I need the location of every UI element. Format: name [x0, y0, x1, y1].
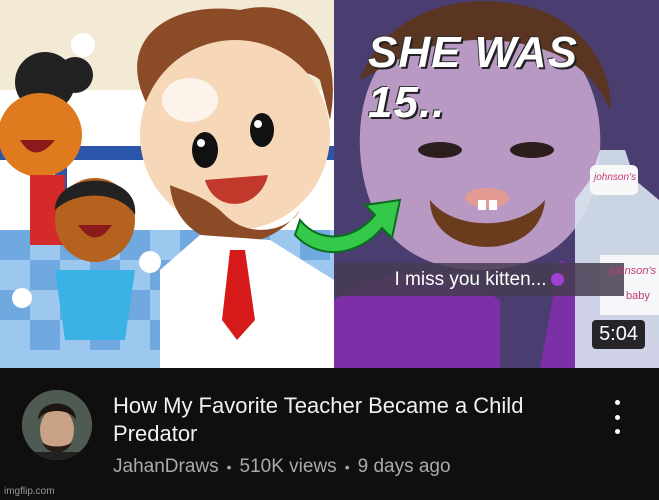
channel-name[interactable]: JahanDraws: [113, 456, 219, 478]
watermark: imgflip.com: [4, 486, 55, 497]
kebab-dot: [614, 429, 620, 434]
video-subtitle: JahanDraws • 510K views • 9 days ago: [113, 456, 451, 478]
more-options-icon[interactable]: [607, 400, 627, 434]
video-thumbnail[interactable]: SHE WAS 15.. I miss you kitten... johnso…: [0, 0, 659, 368]
upload-age: 9 days ago: [357, 456, 451, 477]
bottle-label-baby: baby: [626, 290, 650, 302]
avatar-image: [22, 390, 92, 460]
thumbnail-caption: I miss you kitten...: [394, 268, 547, 290]
kebab-dot: [614, 414, 620, 420]
video-title[interactable]: How My Favorite Teacher Became a Child P…: [113, 392, 583, 448]
bottle-label-lower: johnson's: [610, 265, 657, 277]
channel-avatar[interactable]: [22, 390, 92, 460]
thumbnail-overlay-title: SHE WAS 15..: [368, 28, 578, 127]
thumbnail-caption-bar: I miss you kitten...: [334, 263, 624, 296]
devil-emoji-icon: [550, 273, 564, 286]
video-meta: How My Favorite Teacher Became a Child P…: [0, 368, 659, 500]
separator-dot: •: [226, 459, 232, 475]
view-count: 510K views: [239, 456, 337, 477]
kebab-dot: [614, 400, 620, 405]
separator-dot: •: [344, 459, 350, 475]
video-duration-badge: 5:04: [592, 320, 645, 349]
bottle-label: johnson's: [594, 172, 636, 183]
